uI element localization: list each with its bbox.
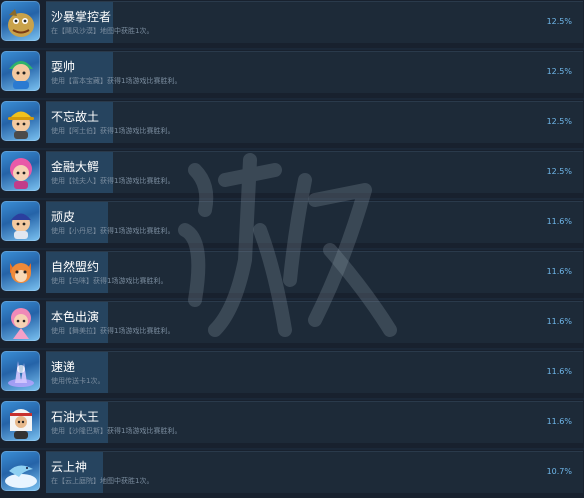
achievement-bar [46, 151, 583, 193]
achievement-row[interactable]: 顽皮 使用【小丹尼】获得1场游戏比赛胜利。 11.6% [0, 200, 584, 248]
achievement-description: 使用【沙隆巴斯】获得1场游戏比赛胜利。 [51, 427, 182, 435]
sand-monster-character-icon [1, 1, 40, 41]
unlock-percent: 11.6% [546, 367, 572, 376]
achievement-description: 使用【钱夫人】获得1场游戏比赛胜利。 [51, 177, 175, 185]
achievement-title: 顽皮 [51, 210, 76, 224]
achievement-description: 使用【舞美拉】获得1场游戏比赛胜利。 [51, 327, 175, 335]
achievement-bar [46, 1, 583, 43]
achievement-title: 云上神 [51, 460, 88, 474]
achievement-title: 耍帅 [51, 60, 76, 74]
achievement-description: 使用【富本宝藏】获得1场游戏比赛胜利。 [51, 77, 182, 85]
achievement-bar [46, 201, 583, 243]
unlock-percent: 12.5% [546, 167, 572, 176]
achievement-description: 使用【阿土伯】获得1场游戏比赛胜利。 [51, 127, 175, 135]
cloud-dolphin-icon [1, 451, 40, 491]
unlock-percent: 11.6% [546, 217, 572, 226]
blue-cap-boy-icon [1, 201, 40, 241]
achievement-description: 使用【小丹尼】获得1场游戏比赛胜利。 [51, 227, 175, 235]
achievement-bar [46, 301, 583, 343]
achievement-bar [46, 451, 583, 493]
achievement-title: 速递 [51, 360, 76, 374]
achievement-description: 使用传送卡1次。 [51, 377, 105, 385]
orange-fox-character-icon [1, 251, 40, 291]
achievement-title: 石油大王 [51, 410, 100, 424]
achievement-title: 自然盟约 [51, 260, 100, 274]
achievement-bar [46, 401, 583, 443]
unlock-percent: 12.5% [546, 67, 572, 76]
pink-dancer-character-icon [1, 301, 40, 341]
achievement-row[interactable]: 自然盟约 使用【乌咪】获得1场游戏比赛胜利。 11.6% [0, 250, 584, 298]
achievement-title: 不忘故土 [51, 110, 100, 124]
achievement-description: 使用【乌咪】获得1场游戏比赛胜利。 [51, 277, 168, 285]
achievement-bar [46, 101, 583, 143]
achievement-title: 沙暴掌控者 [51, 10, 112, 24]
achievement-row[interactable]: 速递 使用传送卡1次。 11.6% [0, 350, 584, 398]
achievement-list: 沙暴掌控者 在【飓风沙漠】地图中获胜1次。 12.5% 耍帅 使用【富本宝藏】获… [0, 0, 584, 498]
teleport-card-icon [1, 351, 40, 391]
unlock-percent: 12.5% [546, 17, 572, 26]
achievement-row[interactable]: 本色出演 使用【舞美拉】获得1场游戏比赛胜利。 11.6% [0, 300, 584, 348]
yellow-hat-character-icon [1, 101, 40, 141]
achievement-bar [46, 351, 583, 393]
unlock-percent: 10.7% [546, 467, 572, 476]
achievement-description: 在【飓风沙漠】地图中获胜1次。 [51, 27, 154, 35]
oil-sheik-character-icon [1, 401, 40, 441]
achievement-row[interactable]: 不忘故土 使用【阿土伯】获得1场游戏比赛胜利。 12.5% [0, 100, 584, 148]
achievement-title: 金融大鳄 [51, 160, 100, 174]
achievement-bar [46, 51, 583, 93]
achievement-row[interactable]: 金融大鳄 使用【钱夫人】获得1场游戏比赛胜利。 12.5% [0, 150, 584, 198]
achievement-row[interactable]: 耍帅 使用【富本宝藏】获得1场游戏比赛胜利。 12.5% [0, 50, 584, 98]
achievement-row[interactable]: 石油大王 使用【沙隆巴斯】获得1场游戏比赛胜利。 11.6% [0, 400, 584, 448]
unlock-percent: 11.6% [546, 417, 572, 426]
unlock-percent: 11.6% [546, 317, 572, 326]
achievement-row[interactable]: 沙暴掌控者 在【飓风沙漠】地图中获胜1次。 12.5% [0, 0, 584, 48]
unlock-percent: 11.6% [546, 267, 572, 276]
achievement-row[interactable]: 云上神 在【云上庭院】地图中获胜1次。 10.7% [0, 450, 584, 498]
achievement-description: 在【云上庭院】地图中获胜1次。 [51, 477, 154, 485]
pink-hair-character-icon [1, 151, 40, 191]
unlock-percent: 12.5% [546, 117, 572, 126]
achievement-bar [46, 251, 583, 293]
green-hair-character-icon [1, 51, 40, 91]
achievement-title: 本色出演 [51, 310, 100, 324]
